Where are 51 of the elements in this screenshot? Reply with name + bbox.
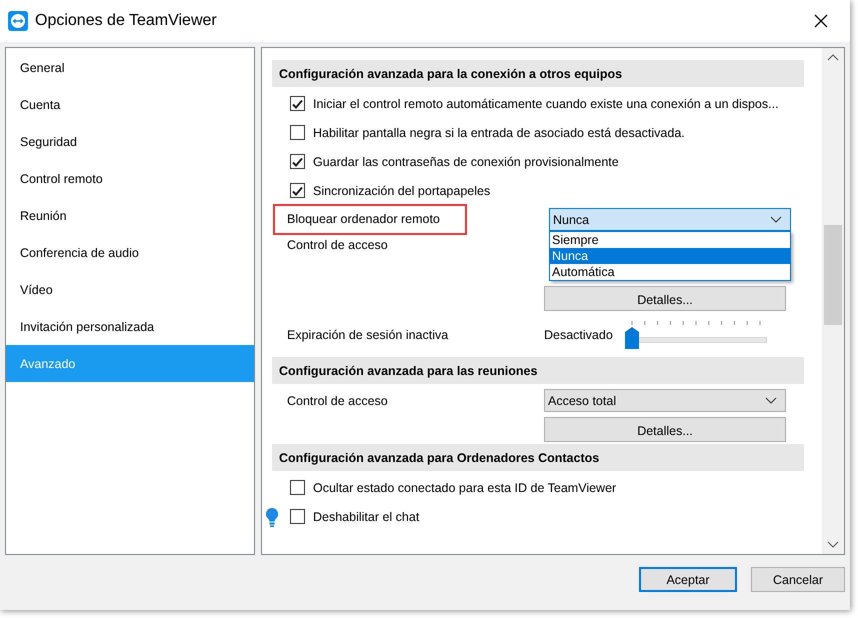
scroll-up-icon <box>827 54 839 61</box>
checkbox[interactable] <box>290 154 305 169</box>
field-label: Expiración de sesión inactiva <box>287 328 450 342</box>
dropdown-option[interactable]: Siempre <box>550 232 790 248</box>
close-icon[interactable] <box>814 14 828 28</box>
checkbox-label: Guardar las contraseñas de conexión provisionalmente <box>313 154 619 168</box>
check-icon <box>291 184 304 196</box>
sidebar-item[interactable]: Cuenta <box>6 86 254 123</box>
section-header: Configuración avanzada para Ordenadores Contactos <box>272 444 804 471</box>
check-icon <box>291 98 304 110</box>
sidebar-item[interactable]: Conferencia de audio <box>6 234 254 271</box>
sidebar-item[interactable]: Vídeo <box>6 271 254 308</box>
details-button[interactable]: Detalles... <box>544 417 786 442</box>
field-label: Control de acceso <box>287 394 389 408</box>
checkbox-label: Sincronización del portapapeles <box>313 184 490 198</box>
checkbox[interactable] <box>290 183 305 198</box>
checkbox[interactable] <box>290 125 305 140</box>
slider[interactable] <box>625 321 767 349</box>
sidebar-item[interactable]: Seguridad <box>6 123 254 160</box>
details-button[interactable]: Detalles... <box>544 286 786 311</box>
scroll-down-icon <box>827 541 839 548</box>
checkbox-label: Habilitar pantalla negra si la entrada de asociado está desactivada. <box>313 126 685 140</box>
chevron-down-icon <box>765 397 777 404</box>
highlighted-label: Bloquear ordenador remoto <box>275 206 465 233</box>
checkbox[interactable] <box>290 96 305 111</box>
dropdown[interactable]: Acceso total <box>544 389 786 412</box>
window-title: Opciones de TeamViewer <box>35 12 218 30</box>
sidebar-item[interactable]: Control remoto <box>6 160 254 197</box>
scrollbar-thumb[interactable] <box>824 225 842 325</box>
section-header: Configuración avanzada para las reuniones <box>272 357 804 384</box>
checkbox-label: Ocultar estado conectado para esta ID de TeamViewer <box>313 480 616 494</box>
slider-value: Desactivado <box>544 328 614 342</box>
checkbox-label: Iniciar el control remoto automáticamente cuando existe una conexión a un dispos... <box>313 96 779 110</box>
sidebar-item[interactable]: General <box>6 49 254 86</box>
check-icon <box>291 156 304 168</box>
checkbox-label: Deshabilitar el chat <box>313 510 420 524</box>
chevron-down-icon <box>770 216 782 223</box>
dropdown-option[interactable]: Automática <box>550 264 790 280</box>
sidebar-item[interactable]: Invitación personalizada <box>6 308 254 345</box>
field-label: Control de acceso <box>287 238 389 252</box>
app-logo-icon <box>8 11 28 31</box>
dropdown[interactable]: Nunca <box>549 208 791 231</box>
sidebar-item[interactable]: Reunión <box>6 197 254 234</box>
checkbox[interactable] <box>290 480 305 495</box>
dialog-button[interactable]: Aceptar <box>639 567 737 592</box>
checkbox[interactable] <box>290 509 305 524</box>
scrollbar[interactable] <box>822 48 844 554</box>
dialog-button[interactable]: Cancelar <box>751 567 845 592</box>
dropdown-option[interactable]: Nunca <box>550 248 790 264</box>
slider-thumb[interactable] <box>625 327 639 349</box>
section-header: Configuración avanzada para la conexión a otros equipos <box>272 60 804 87</box>
